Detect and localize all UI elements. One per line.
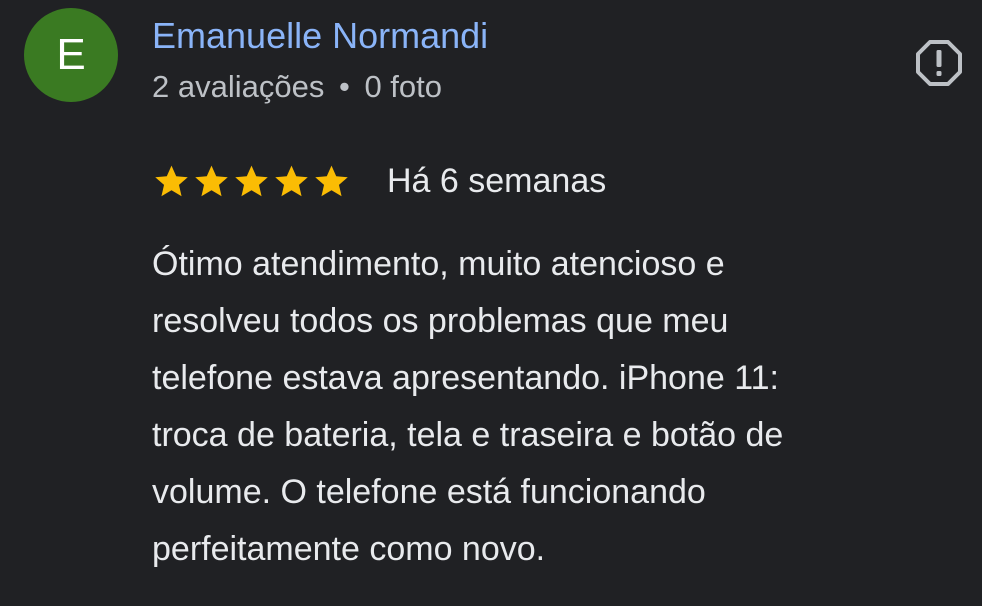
avatar[interactable]: E xyxy=(24,8,118,102)
review-count: 2 avaliações xyxy=(152,69,325,104)
reviewer-meta: 2 avaliações • 0 foto xyxy=(152,66,442,108)
star-icon xyxy=(155,165,188,196)
review-text-line: perfeitamente como novo. xyxy=(152,530,546,568)
star-icon xyxy=(275,165,308,196)
review-text-line: resolveu todos os problemas que meu xyxy=(152,302,729,340)
review-date: Há 6 semanas xyxy=(387,162,607,200)
review-text: Ótimo atendimento, muito atencioso e reso… xyxy=(152,236,952,578)
review-text-line: Ótimo atendimento, muito atencioso e xyxy=(152,245,725,283)
review-text-line: volume. O telefone está funcionando xyxy=(152,473,706,511)
rating-row: Há 6 semanas xyxy=(152,156,606,206)
review-text-line: troca de bateria, tela e traseira e botã… xyxy=(152,416,784,454)
review-text-line: telefone estava apresentando. iPhone 11: xyxy=(152,359,779,397)
report-button[interactable] xyxy=(914,38,964,88)
reviewer-name[interactable]: Emanuelle Normandi xyxy=(152,14,488,58)
report-flag-icon xyxy=(916,40,962,86)
photo-count: 0 foto xyxy=(364,69,443,104)
review-card: E Emanuelle Normandi 2 avaliações • 0 fo… xyxy=(0,0,982,606)
star-rating xyxy=(152,162,351,201)
avatar-initial: E xyxy=(56,30,86,79)
star-icon xyxy=(195,165,228,196)
meta-separator: • xyxy=(338,69,350,104)
star-icon xyxy=(315,165,348,196)
star-icon xyxy=(235,165,268,196)
